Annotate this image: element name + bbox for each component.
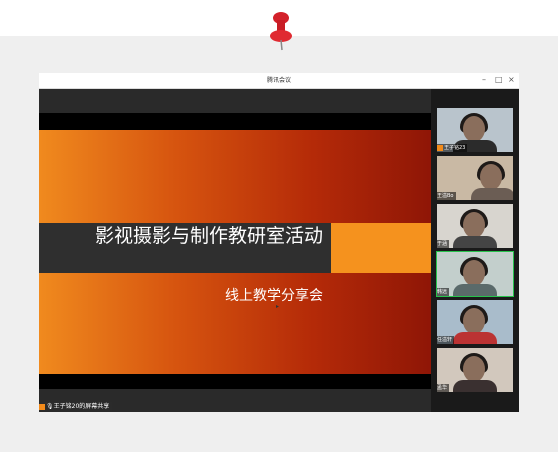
participant-tile[interactable]: 王溢Bo [437, 156, 513, 200]
participant-tile[interactable]: 于涵 [437, 204, 513, 248]
host-icon [39, 403, 45, 410]
participant-name: 王子铭23 [444, 145, 466, 151]
pushpin-icon [270, 12, 292, 51]
share-owner-label: 王子铭20的屏幕共享 [53, 403, 110, 410]
minimize-button[interactable]: – [482, 74, 486, 86]
close-button[interactable]: × [508, 74, 515, 86]
meeting-window: 腾讯会议 – □ × 影视摄影与制作教研室活动 线上教学分享会 ▸ 🎙王子铭20… [39, 73, 519, 412]
participant-tile[interactable]: 孟华 [437, 348, 513, 392]
slide-accent-block [331, 223, 431, 273]
screen-share-area: 影视摄影与制作教研室活动 线上教学分享会 ▸ 🎙王子铭20的屏幕共享 [39, 89, 431, 412]
participant-panel: 王子铭23 王溢Bo 于涵 韩远 任溢轩 孟华 [431, 89, 519, 412]
participant-tile[interactable]: 韩远 [436, 251, 514, 297]
participant-name: 韩远 [437, 289, 448, 295]
slide-top-strip [39, 113, 431, 130]
maximize-button[interactable]: □ [495, 74, 503, 86]
mouse-cursor-icon: ▸ [276, 303, 280, 310]
slide-bottom-strip [39, 374, 431, 389]
participant-name: 王溢Bo [437, 193, 454, 199]
host-icon [437, 144, 443, 151]
participant-name: 于涵 [437, 241, 448, 247]
slide-title: 影视摄影与制作教研室活动 [94, 225, 323, 247]
slide-subtitle: 线上教学分享会 [225, 288, 323, 304]
screen-share-label: 🎙王子铭20的屏幕共享 [39, 402, 113, 411]
participant-tile[interactable]: 王子铭23 [437, 108, 513, 152]
participant-name: 孟华 [437, 385, 448, 391]
mic-icon: 🎙 [46, 403, 54, 410]
participant-tile[interactable]: 任溢轩 [437, 300, 513, 344]
title-bar: 腾讯会议 – □ × [39, 73, 519, 89]
slide-title-box: 影视摄影与制作教研室活动 [39, 223, 331, 273]
window-title: 腾讯会议 [266, 77, 291, 84]
participant-name: 任溢轩 [437, 337, 453, 343]
